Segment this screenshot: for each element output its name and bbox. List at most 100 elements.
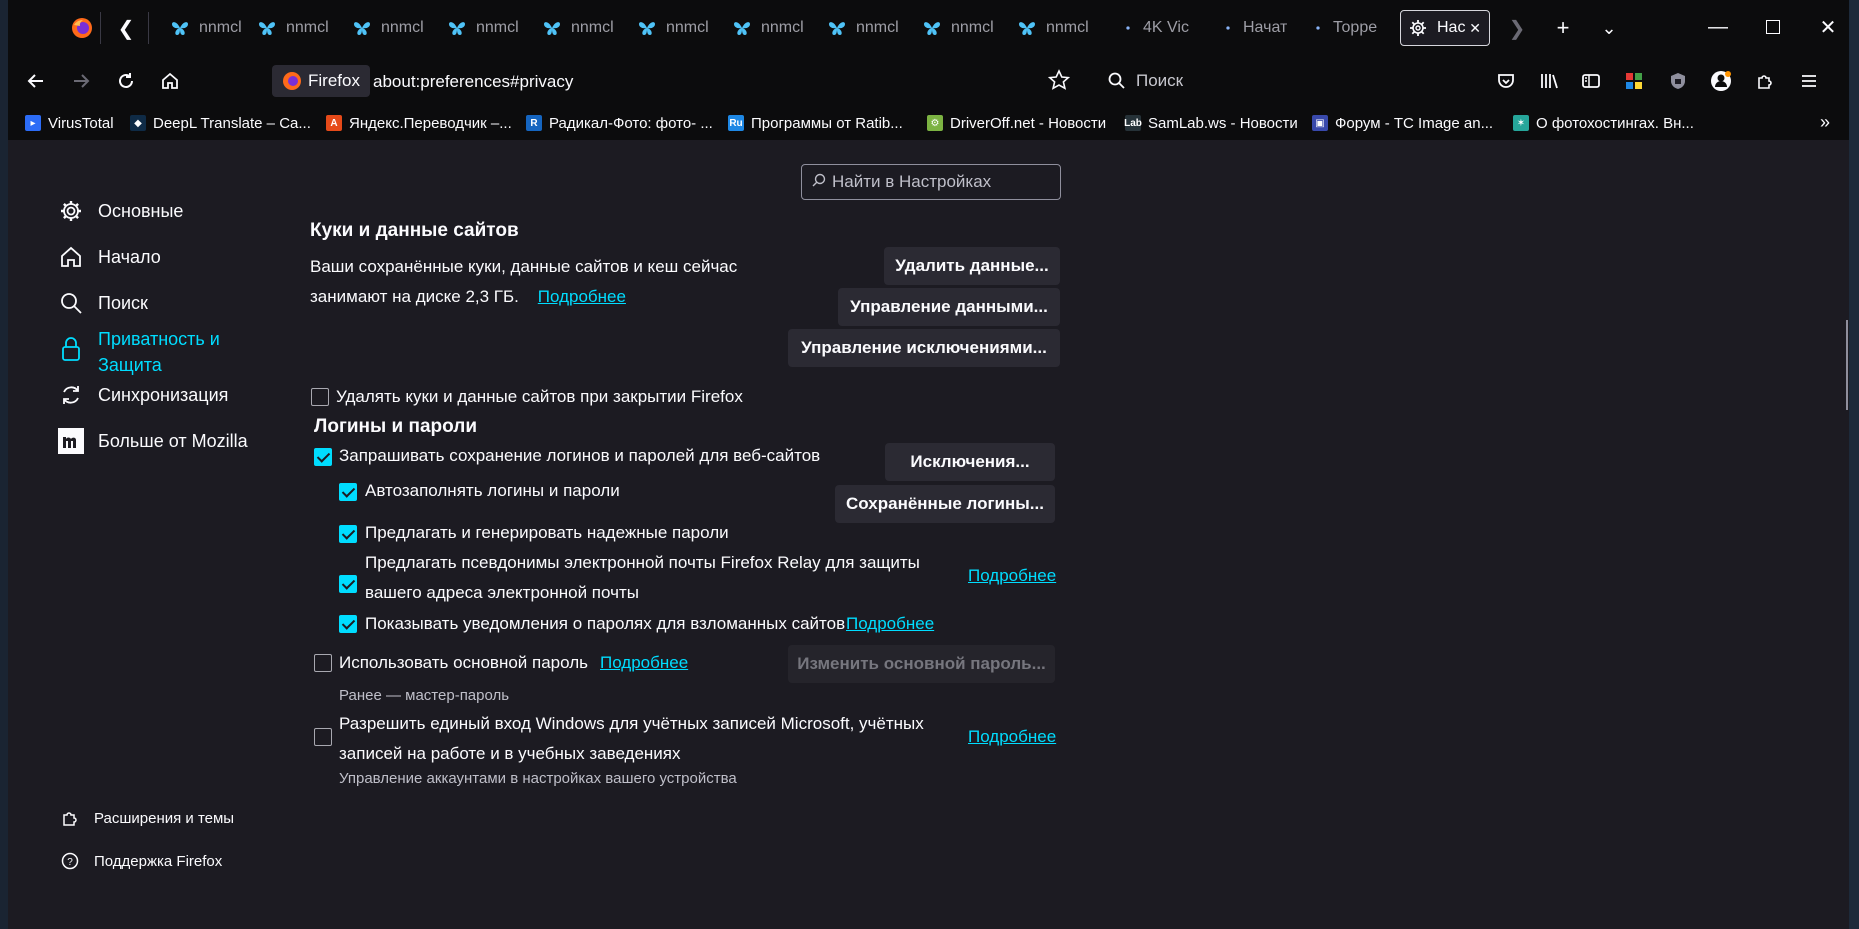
search-bar[interactable]: Поиск [1108, 65, 1183, 97]
change-primary-password-button[interactable]: Изменить основной пароль... [788, 645, 1055, 683]
tab-title: Торре [1333, 19, 1378, 36]
minimize-button[interactable]: — [1694, 6, 1742, 48]
firefox-support-link[interactable]: ? Поддержка Firefox [60, 851, 222, 871]
login-exceptions-button[interactable]: Исключения... [885, 443, 1055, 481]
minimize-icon: — [1708, 15, 1728, 38]
windows-sso-learn-more-link[interactable]: Подробнее [968, 722, 1056, 752]
extension-button[interactable] [1616, 63, 1652, 99]
autofill-logins-checkbox[interactable] [339, 483, 357, 501]
category-privacy[interactable]: Приватность и Защита [58, 326, 258, 378]
scroll-tabs-left-button[interactable]: ❮ [108, 10, 144, 46]
tab-11[interactable]: 4K Vic [1123, 10, 1198, 46]
url-text[interactable]: about:preferences#privacy [373, 72, 573, 92]
bookmark-item[interactable]: ◆ DeepL Translate – Ca... [130, 113, 311, 133]
url-bar[interactable]: Firefox about:preferences#privacy Поиск [272, 62, 1502, 100]
primary-password-checkbox[interactable] [314, 654, 332, 672]
windows-sso-line1: Разрешить единый вход Windows для учётны… [339, 714, 924, 733]
tab-10[interactable]: nnmcl [1018, 10, 1098, 46]
puzzle-icon [1758, 75, 1772, 89]
relay-learn-more-link[interactable]: Подробнее [968, 561, 1056, 591]
tab-12[interactable]: Начат [1223, 10, 1291, 46]
identity-box[interactable]: Firefox [272, 65, 370, 97]
ask-save-logins-checkbox[interactable] [314, 448, 332, 466]
tab-title: nnmcl [856, 19, 899, 36]
tab-7[interactable]: nnmcl [733, 10, 813, 46]
butterfly-icon [448, 19, 466, 37]
extensions-button[interactable] [1747, 63, 1783, 99]
butterfly-icon [353, 19, 371, 37]
pocket-button[interactable] [1488, 63, 1524, 99]
scroll-tabs-right-button[interactable]: ❯ [1499, 10, 1535, 46]
tab-4[interactable]: nnmcl [448, 10, 528, 46]
bookmark-item[interactable]: ✶ О фотохостингах. Вн... [1513, 113, 1694, 133]
app-menu-button[interactable] [1791, 63, 1827, 99]
category-sync[interactable]: Синхронизация [58, 382, 228, 408]
maximize-button[interactable] [1749, 6, 1797, 48]
forward-button[interactable] [63, 63, 99, 99]
reload-button[interactable] [108, 63, 144, 99]
tab-13[interactable]: Торре [1313, 10, 1381, 46]
library-button[interactable] [1531, 63, 1567, 99]
saved-logins-button[interactable]: Сохранённые логины... [835, 485, 1055, 523]
tab-6[interactable]: nnmcl [638, 10, 718, 46]
category-home[interactable]: Начало [58, 244, 161, 270]
breach-learn-more-link[interactable]: Подробнее [846, 609, 934, 639]
bookmark-label: Программы от Ratib... [751, 114, 903, 132]
suggest-passwords-checkbox[interactable] [339, 525, 357, 543]
breach-alerts-checkbox[interactable] [339, 615, 357, 633]
tab-title: nnmcl [571, 19, 614, 36]
manage-exceptions-button[interactable]: Управление исключениями... [788, 329, 1060, 367]
account-button[interactable] [1703, 63, 1739, 99]
firefox-relay-checkbox[interactable] [339, 575, 357, 593]
delete-cookies-on-close-checkbox[interactable] [311, 388, 329, 406]
bookmark-item[interactable]: R Радикал-Фото: фото- ... [526, 113, 713, 133]
bookmark-item[interactable]: Ru Программы от Ratib... [728, 113, 903, 133]
sidebar-button[interactable] [1573, 63, 1609, 99]
tab-9[interactable]: nnmcl [923, 10, 1003, 46]
cookies-learn-more-link[interactable]: Подробнее [538, 287, 626, 306]
extensions-and-themes-link[interactable]: Расширения и темы [60, 808, 234, 828]
bookmark-item[interactable]: ⚙ DriverOff.net - Новости [927, 113, 1106, 133]
bookmark-item[interactable]: А Яндекс.Переводчик –... [326, 113, 512, 133]
bookmark-star-button[interactable] [1047, 69, 1071, 96]
settings-search-input[interactable]: Найти в Настройках [801, 164, 1061, 200]
primary-password-learn-more-link[interactable]: Подробнее [600, 648, 688, 678]
page-scrollbar[interactable] [1846, 320, 1848, 410]
delete-cookies-on-close-label: Удалять куки и данные сайтов при закрыти… [336, 387, 743, 406]
account-icon [1711, 71, 1731, 91]
tab-1[interactable]: nnmcl [171, 10, 251, 46]
chevron-left-icon: ❮ [117, 17, 135, 40]
firefox-window: ❮ nnmcl nnmcl nnmcl nnmcl nnmcl nnmcl nnmcl nnm… [8, 0, 1849, 929]
tab-2[interactable]: nnmcl [258, 10, 338, 46]
windows-sso-label: Разрешить единый вход Windows для учётны… [339, 709, 924, 769]
tab-5[interactable]: nnmcl [543, 10, 623, 46]
bookmark-item[interactable]: ▣ Форум - TC Image an... [1312, 113, 1493, 133]
firefox-view-button[interactable] [64, 10, 100, 46]
close-window-button[interactable]: ✕ [1804, 6, 1849, 48]
clear-data-button[interactable]: Удалить данные... [884, 247, 1060, 285]
reload-icon [119, 73, 133, 88]
new-tab-button[interactable]: + [1545, 10, 1581, 46]
windows-sso-checkbox[interactable] [314, 728, 332, 746]
tab-8[interactable]: nnmcl [828, 10, 908, 46]
list-all-tabs-button[interactable]: ⌄ [1591, 10, 1627, 46]
gear-icon [58, 198, 84, 224]
arrow-right-icon [74, 74, 90, 88]
bookmark-item[interactable]: ▸ VirusTotal [25, 113, 114, 133]
shield-extension-button[interactable] [1660, 63, 1696, 99]
butterfly-icon [258, 19, 276, 37]
more-bookmarks-button[interactable]: » [1820, 112, 1830, 133]
category-general[interactable]: Основные [58, 198, 183, 224]
bookmark-item[interactable]: Lab SamLab.ws - Новости [1124, 113, 1298, 133]
manage-data-button[interactable]: Управление данными... [838, 288, 1060, 326]
tab-3[interactable]: nnmcl [353, 10, 433, 46]
suggest-passwords-label: Предлагать и генерировать надежные парол… [365, 523, 729, 542]
close-tab-icon[interactable]: ✕ [1469, 20, 1481, 37]
footer-label: Расширения и темы [94, 809, 235, 827]
formerly-master-password-note: Ранее — мастер-пароль [339, 687, 510, 704]
category-more-from-mozilla[interactable]: Больше от Mozilla [58, 428, 248, 454]
back-button[interactable] [18, 63, 54, 99]
category-search[interactable]: Поиск [58, 290, 148, 316]
home-button[interactable] [152, 63, 188, 99]
tab-14[interactable]: Нас ✕ [1400, 10, 1490, 46]
